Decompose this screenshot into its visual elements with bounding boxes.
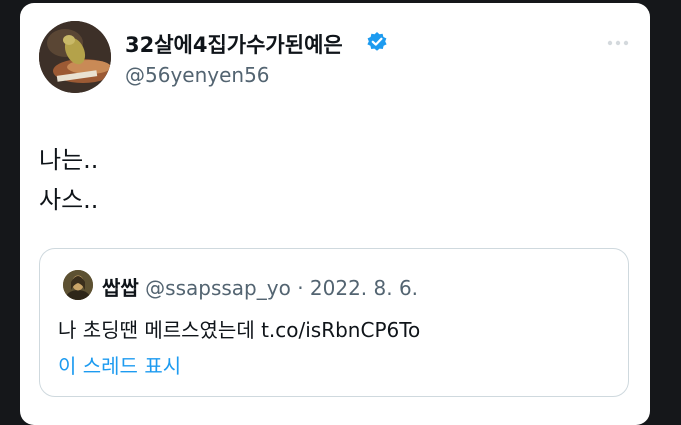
tweet-text-line-1: 나는.. [39,146,99,174]
author-handle[interactable]: @56yenyen56 [125,63,270,87]
author-avatar[interactable] [39,21,111,93]
avatar-painting-image [39,21,111,93]
author-display-name[interactable]: 32살에4집가수가된예은 [125,29,343,59]
show-thread-link[interactable]: 이 스레드 표시 [58,350,181,379]
quoted-tweet-date[interactable]: 2022. 8. 6. [310,276,418,300]
quoted-avatar-image [63,270,93,300]
tweet-text-line-2: 사스.. [39,186,99,214]
quoted-author-name[interactable]: 쌉쌉 [102,276,139,300]
quoted-author-handle[interactable]: @ssapssap_yo [145,276,291,300]
more-options-icon[interactable] [603,33,633,53]
tweet-card: 32살에4집가수가된예은 @56yenyen56 나는.. 사스.. 쌉쌉 @s… [20,3,650,425]
quoted-tweet-header: 쌉쌉 @ssapssap_yo · 2022. 8. 6. [102,272,418,301]
quoted-author-avatar [63,270,93,300]
verified-badge-icon [367,32,387,51]
meta-separator: · [297,276,304,300]
quoted-tweet[interactable]: 쌉쌉 @ssapssap_yo · 2022. 8. 6. 나 초딩땐 메르스였… [39,248,629,397]
quoted-tweet-text: 나 초딩땐 메르스였는데 t.co/isRbnCP6To [58,318,421,342]
